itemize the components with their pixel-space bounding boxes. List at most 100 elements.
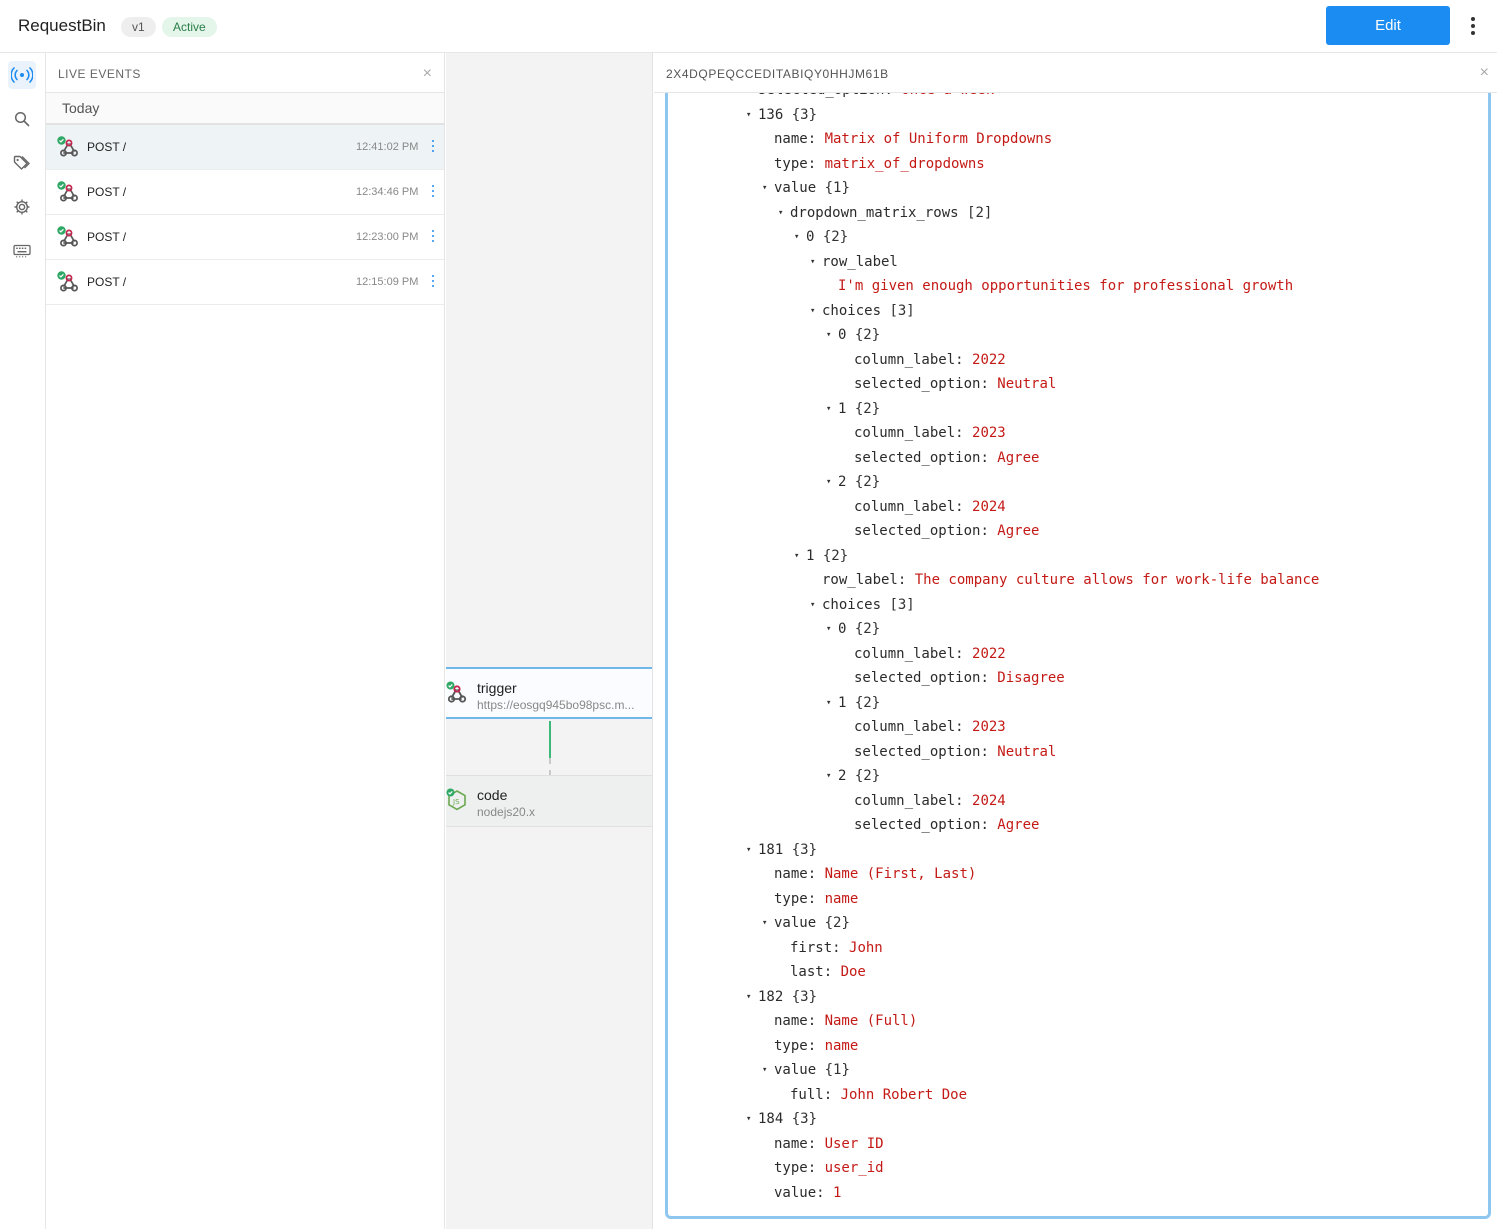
workflow-canvas[interactable]: trigger https://eosgq945bo98psc.m... JS … <box>446 53 653 1229</box>
caret-down-icon[interactable]: ▾ <box>762 911 774 935</box>
caret-down-icon[interactable]: ▾ <box>762 176 774 200</box>
json-node-collapsible[interactable]: ▾ dropdown_matrix_rows [2] <box>778 201 992 225</box>
event-row[interactable]: POST / 12:34:46 PM <box>46 170 444 215</box>
more-options-icon[interactable] <box>1465 14 1481 38</box>
event-menu-icon[interactable] <box>432 230 435 242</box>
json-value: matrix_of_dropdowns <box>824 155 985 172</box>
json-value: 2024 <box>972 498 1006 515</box>
caret-down-icon[interactable]: ▾ <box>826 617 838 641</box>
gear-icon[interactable] <box>8 193 36 221</box>
event-timestamp: 12:41:02 PM <box>356 141 419 153</box>
event-list: POST /12:41:02 PM POST /12:34:46 PM POST /… <box>46 125 444 305</box>
json-node-collapsible[interactable]: ▾ choices [3] <box>810 593 915 617</box>
json-key: type <box>774 1037 808 1054</box>
caret-down-icon[interactable]: ▾ <box>762 1058 774 1082</box>
event-menu-icon[interactable] <box>432 140 435 152</box>
search-icon[interactable] <box>8 105 36 133</box>
json-node-collapsible[interactable]: ▾ 1 {2} <box>826 397 880 421</box>
event-id: 2X4DQPEQCCEDITABIQY0HHJM61B <box>666 67 889 81</box>
caret-down-icon[interactable]: ▾ <box>826 691 838 715</box>
caret-down-icon[interactable]: ▾ <box>826 397 838 421</box>
json-node-collapsible[interactable]: ▾ value {2} <box>762 911 850 935</box>
json-key: dropdown_matrix_rows <box>790 204 959 221</box>
json-leaf: first: John <box>790 939 883 956</box>
json-count: [2] <box>967 204 993 221</box>
event-method: POST / <box>87 275 127 289</box>
caret-down-icon[interactable]: ▾ <box>794 544 806 568</box>
json-value: 2024 <box>972 792 1006 809</box>
json-node-collapsible[interactable]: ▾ 2 {2} <box>826 764 880 788</box>
json-key: column_label <box>854 498 956 515</box>
json-node-collapsible[interactable]: ▾ 1 {2} <box>826 691 880 715</box>
json-node-collapsible[interactable]: ▾ value {1} <box>762 176 850 200</box>
json-key: row_label <box>822 572 898 588</box>
json-node-collapsible[interactable]: ▾ 0 {2} <box>794 225 848 249</box>
code-node[interactable]: JS code nodejs20.x <box>446 775 652 827</box>
svg-text:JS: JS <box>452 798 460 806</box>
tag-icon[interactable] <box>8 149 36 177</box>
json-node-collapsible[interactable]: ▾ 0 {2} <box>826 323 880 347</box>
caret-down-icon[interactable]: ▾ <box>746 985 758 1009</box>
json-value: name <box>824 1037 859 1054</box>
caret-down-icon[interactable]: ▾ <box>746 103 758 127</box>
json-value: Matrix of Uniform Dropdowns <box>824 131 1053 147</box>
caret-down-icon[interactable]: ▾ <box>794 225 806 249</box>
keyboard-icon[interactable] <box>8 237 36 265</box>
caret-down-icon[interactable]: ▾ <box>826 323 838 347</box>
caret-down-icon[interactable]: ▾ <box>746 1107 758 1131</box>
json-count: [3] <box>889 302 915 319</box>
json-leaf: name: Name (First, Last) <box>774 866 977 882</box>
caret-down-icon[interactable]: ▾ <box>778 201 790 225</box>
json-count: {1} <box>824 1062 850 1078</box>
caret-down-icon[interactable]: ▾ <box>810 299 822 323</box>
caret-down-icon[interactable]: ▾ <box>746 838 758 862</box>
json-value: name <box>824 890 859 907</box>
code-runtime: nodejs20.x <box>477 805 536 819</box>
event-menu-icon[interactable] <box>432 275 435 287</box>
json-node-collapsible[interactable]: ▾ value {1} <box>762 1058 850 1082</box>
json-key: name <box>774 1013 808 1029</box>
close-icon[interactable]: × <box>423 65 432 83</box>
close-icon[interactable]: × <box>1480 64 1489 82</box>
live-broadcast-icon[interactable] <box>8 61 36 89</box>
json-key: value <box>774 1062 817 1078</box>
caret-down-icon[interactable]: ▾ <box>810 593 822 617</box>
event-row[interactable]: POST / 12:23:00 PM <box>46 215 444 260</box>
event-menu-icon[interactable] <box>432 185 435 197</box>
json-leaf: column_label: 2022 <box>854 351 1006 368</box>
json-key: column_label <box>854 351 956 368</box>
json-value: 2022 <box>972 351 1006 368</box>
event-row[interactable]: POST / 12:41:02 PM <box>46 125 444 170</box>
caret-down-icon[interactable]: ▾ <box>810 250 822 274</box>
json-node-collapsible[interactable]: ▾ row_label <box>810 250 906 274</box>
json-value: Disagree <box>997 670 1065 686</box>
json-key: selected_option <box>854 376 981 392</box>
event-timestamp: 12:15:09 PM <box>356 276 419 288</box>
json-key: name <box>774 131 808 147</box>
json-node-collapsible[interactable]: ▾ 182 {3} <box>746 985 817 1009</box>
json-node-collapsible[interactable]: ▾ choices [3] <box>810 299 915 323</box>
json-leaf: selected_option: Neutral <box>854 743 1057 760</box>
json-key: value <box>774 915 817 931</box>
json-node-collapsible[interactable]: ▾ 1 {2} <box>794 544 848 568</box>
json-node-collapsible[interactable]: ▾ 136 {3} <box>746 103 817 127</box>
caret-down-icon[interactable]: ▾ <box>826 470 838 494</box>
json-node-collapsible[interactable]: ▾ 181 {3} <box>746 838 817 862</box>
trigger-node[interactable]: trigger https://eosgq945bo98psc.m... <box>446 667 652 719</box>
json-key: 182 <box>758 988 784 1005</box>
json-leaf: name: Name (Full) <box>774 1013 918 1029</box>
json-node-collapsible[interactable]: ▾ 2 {2} <box>826 470 880 494</box>
version-badge[interactable]: v1 <box>121 17 156 37</box>
json-node-collapsible[interactable]: ▾ 184 {3} <box>746 1107 817 1131</box>
json-leaf: type: user_id <box>774 1160 884 1176</box>
caret-down-icon[interactable]: ▾ <box>826 764 838 788</box>
json-leaf: name: Matrix of Uniform Dropdowns <box>774 131 1053 147</box>
node-connector <box>549 721 551 758</box>
json-viewer[interactable]: selected_option: Once a week▾136 {3}name… <box>665 93 1491 1219</box>
json-node-collapsible[interactable]: ▾ 0 {2} <box>826 617 880 641</box>
json-key: selected_option <box>758 93 884 98</box>
json-value: Agree <box>997 523 1040 539</box>
json-leaf: name: User ID <box>774 1135 884 1152</box>
edit-button[interactable]: Edit <box>1326 6 1450 45</box>
event-row[interactable]: POST / 12:15:09 PM <box>46 260 444 305</box>
